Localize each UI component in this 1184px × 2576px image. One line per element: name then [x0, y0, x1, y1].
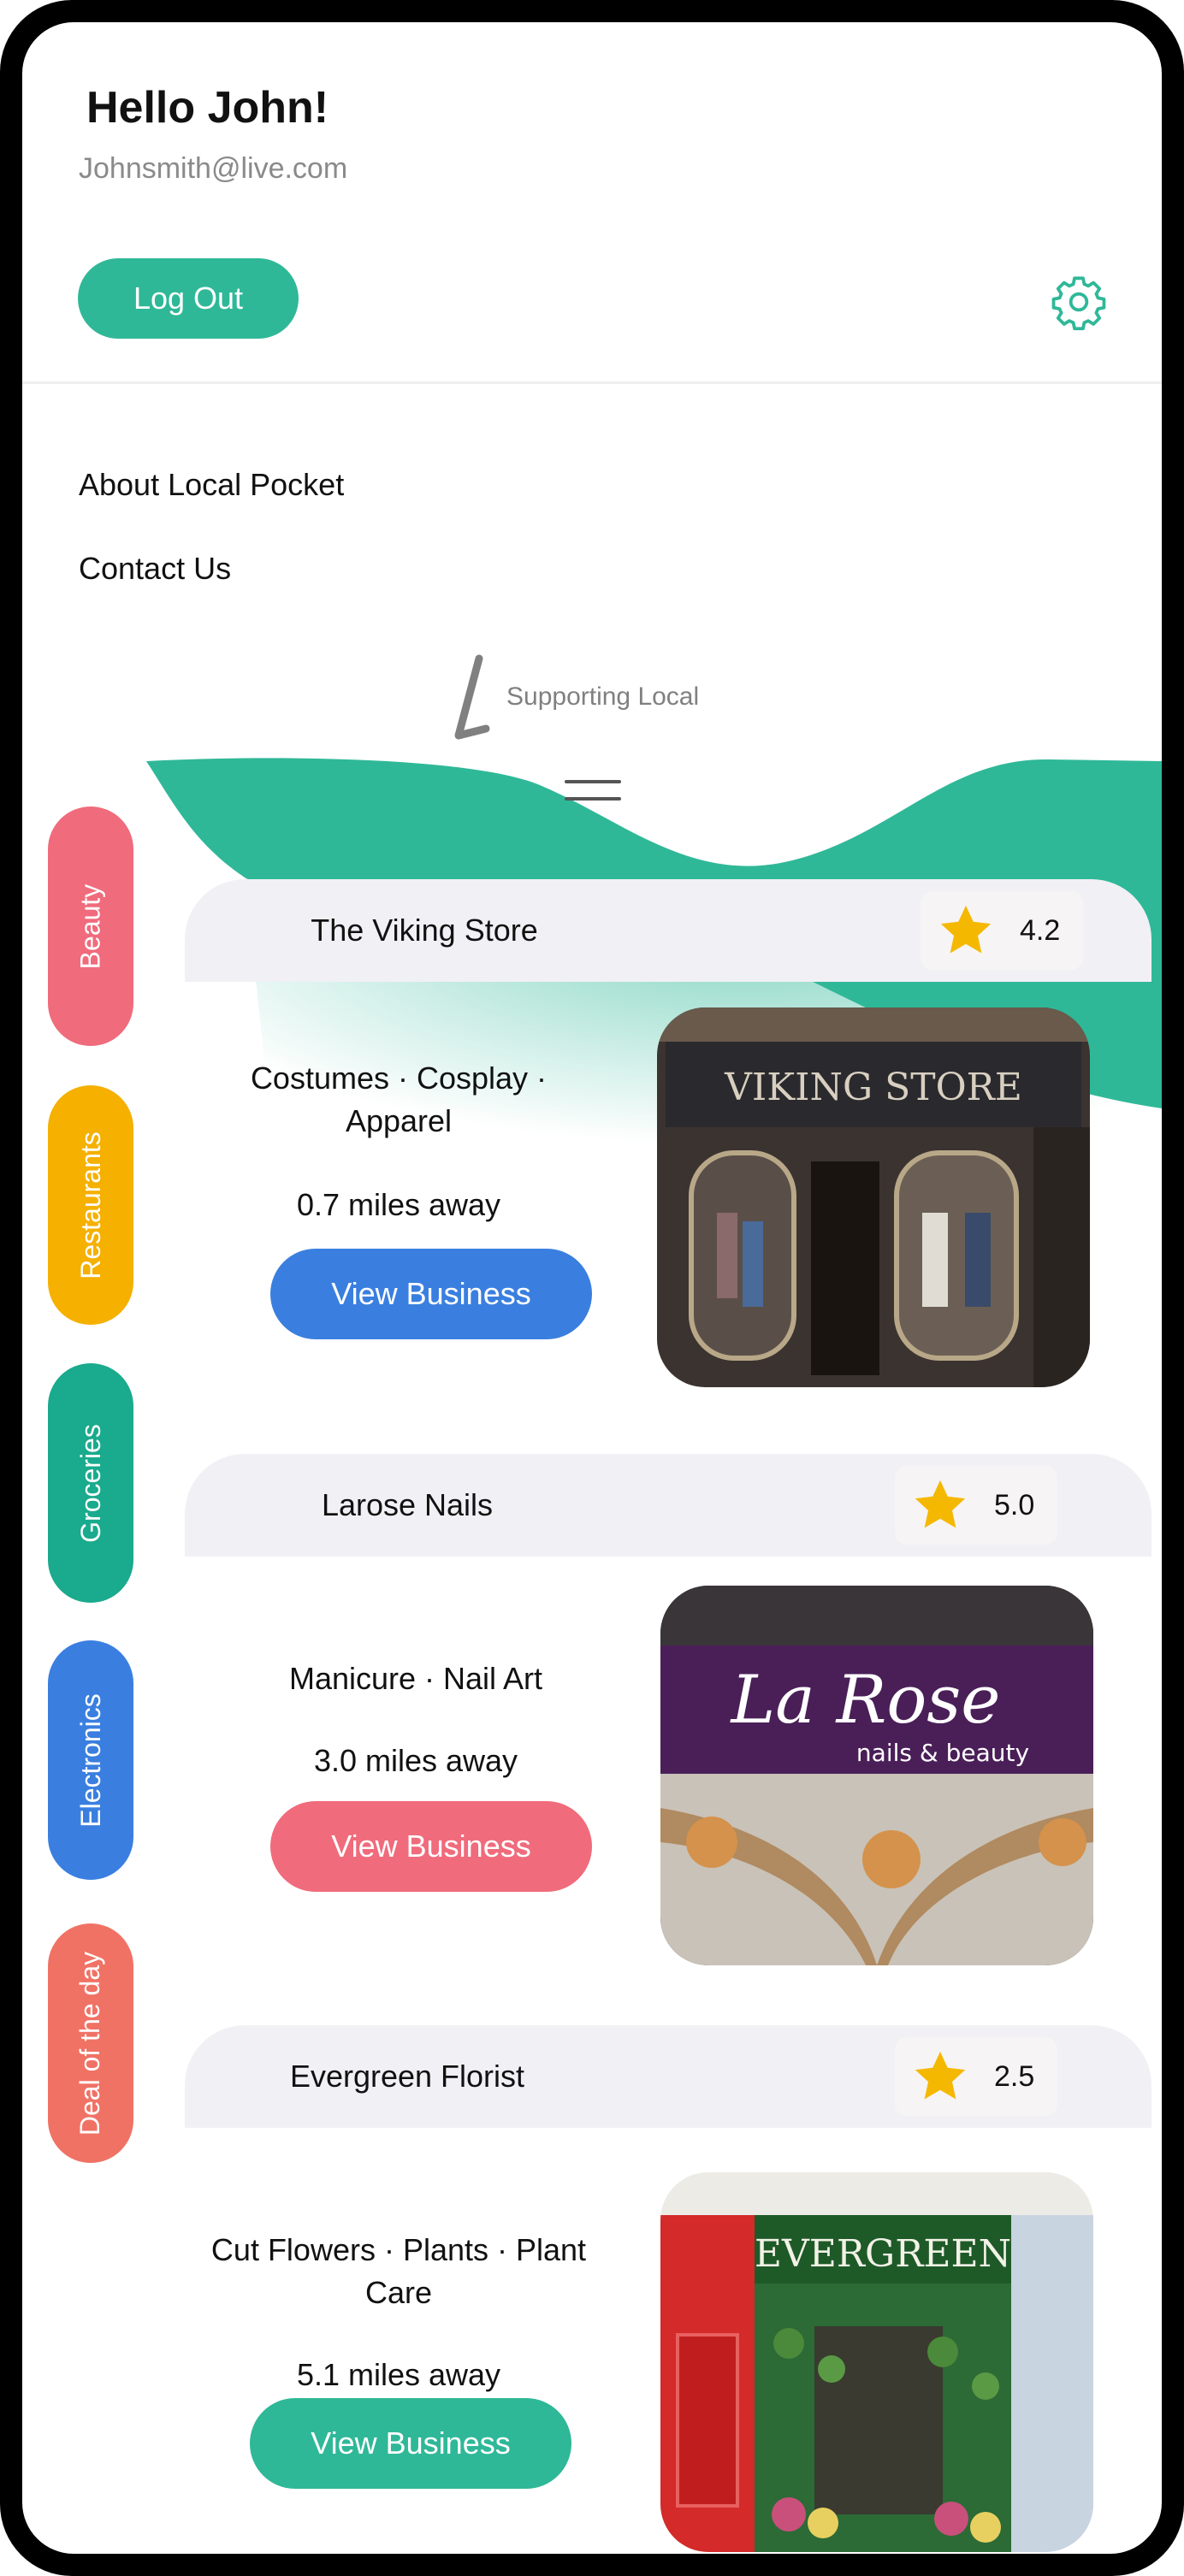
business-photo[interactable]: VIKING STORE [657, 1007, 1090, 1387]
view-business-button[interactable]: View Business [270, 1249, 592, 1339]
rating-badge: 5.0 [895, 1466, 1057, 1545]
drawer-handle[interactable] [563, 777, 623, 802]
business-photo[interactable]: La Rose nails & beauty [660, 1586, 1093, 1965]
business-card-header[interactable]: Evergreen Florist 2.5 [185, 2025, 1151, 2128]
business-name: Larose Nails [321, 1487, 494, 1522]
category-label: Groceries [74, 1423, 106, 1543]
category-label: Beauty [74, 883, 106, 969]
category-deal-of-the-day[interactable]: Deal of the day [48, 1923, 133, 2163]
viking-store-photo: VIKING STORE [657, 1007, 1090, 1387]
rating-badge: 2.5 [895, 2037, 1057, 2116]
menu-item-contact[interactable]: Contact Us [79, 551, 231, 587]
business-tags-line: Manicure · Nail Art [288, 1661, 543, 1696]
brand-tagline: Supporting Local [506, 682, 700, 711]
business-tags: Cut Flowers · Plants · Plant Care [185, 2229, 613, 2314]
business-tags-line: Cut Flowers · Plants · Plant [210, 2232, 587, 2267]
salon-sign-subtext: nails & beauty [856, 1739, 1029, 1767]
store-sign-text: VIKING STORE [724, 1066, 1022, 1109]
rating-value: 5.0 [994, 1488, 1035, 1521]
category-label: Restaurants [74, 1131, 106, 1279]
star-icon [915, 2051, 966, 2100]
user-email: Johnsmith@live.com [79, 152, 348, 185]
header-divider [22, 381, 1162, 384]
category-label: Deal of the day [74, 1951, 106, 2136]
category-electronics[interactable]: Electronics [48, 1640, 133, 1880]
salon-sign-text: La Rose [730, 1662, 1001, 1739]
category-beauty[interactable]: Beauty [48, 806, 133, 1046]
view-business-button[interactable]: View Business [250, 2398, 571, 2489]
florist-sign-text: EVERGREEN [755, 2232, 1011, 2276]
business-tags: Manicure · Nail Art [202, 1657, 630, 1700]
business-tags-line: Care [364, 2275, 433, 2310]
business-distance: 5.1 miles away [296, 2357, 501, 2392]
local-pocket-logo [454, 654, 490, 740]
logout-button[interactable]: Log Out [78, 258, 299, 339]
menu-item-about[interactable]: About Local Pocket [79, 467, 344, 503]
category-restaurants[interactable]: Restaurants [48, 1085, 133, 1325]
business-name: The Viking Store [311, 913, 538, 948]
business-distance: 3.0 miles away [313, 1743, 518, 1778]
business-card-header[interactable]: Larose Nails 5.0 [185, 1454, 1151, 1557]
business-tags-line: Apparel [345, 1103, 453, 1138]
business-photo[interactable]: EVERGREEN [660, 2172, 1093, 2552]
category-label: Electronics [74, 1693, 106, 1828]
business-card-header[interactable]: The Viking Store 4.2 [185, 879, 1151, 982]
business-name: Evergreen Florist [289, 2059, 525, 2094]
evergreen-florist-photo: EVERGREEN [660, 2172, 1093, 2552]
rating-badge: 4.2 [921, 891, 1083, 970]
rating-value: 2.5 [994, 2059, 1035, 2093]
rating-value: 4.2 [1020, 913, 1061, 947]
business-tags-line: Costumes · Cosplay · [250, 1061, 548, 1096]
view-business-button[interactable]: View Business [270, 1801, 592, 1892]
larose-nails-photo: La Rose nails & beauty [660, 1586, 1093, 1965]
category-groceries[interactable]: Groceries [48, 1363, 133, 1603]
business-distance: 0.7 miles away [296, 1187, 501, 1222]
gear-icon[interactable] [1049, 272, 1109, 332]
business-tags: Costumes · Cosplay · Apparel [185, 1057, 613, 1143]
device-frame: Hello John! Johnsmith@live.com Log Out A… [0, 0, 1184, 2576]
app-screen: Hello John! Johnsmith@live.com Log Out A… [22, 22, 1162, 2554]
star-icon [915, 1480, 966, 1528]
greeting-title: Hello John! [86, 83, 329, 133]
star-icon [940, 905, 992, 954]
